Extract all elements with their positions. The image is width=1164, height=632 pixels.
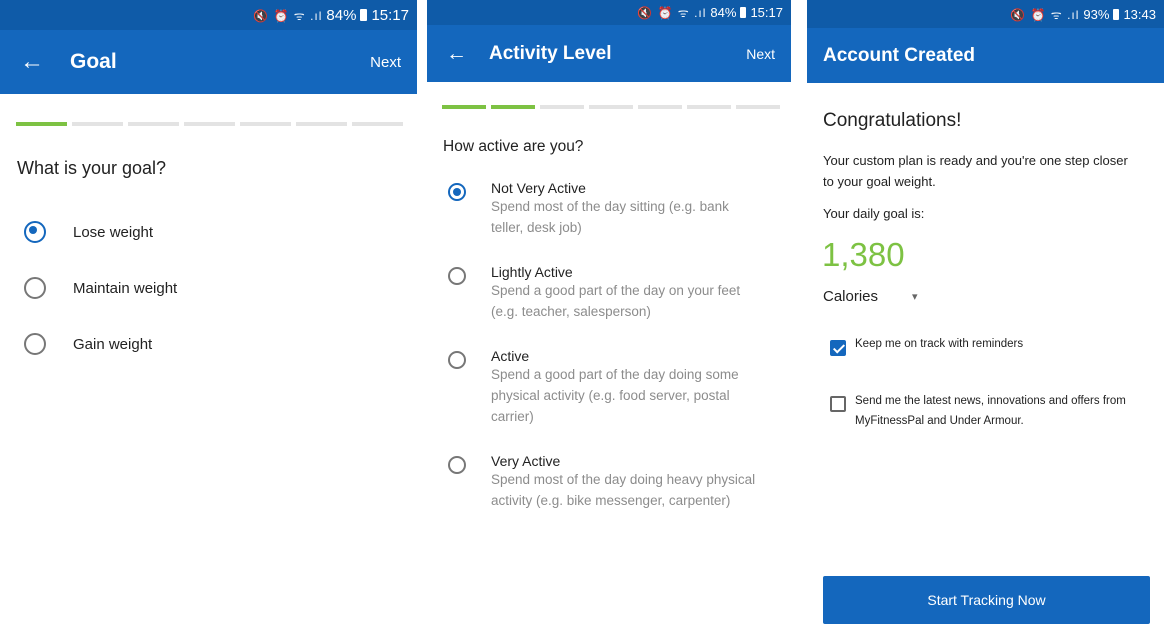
progress-segment	[296, 122, 347, 126]
battery-level: 84%	[326, 6, 357, 24]
app-bar: ← Goal Next	[0, 30, 417, 94]
option-label: Not Very Active	[491, 180, 586, 196]
progress-segment	[128, 122, 179, 126]
activity-option-not-very-active[interactable]: Not Very Active Spend most of the day si…	[448, 180, 729, 238]
radio-button[interactable]	[24, 221, 46, 243]
goal-option-lose[interactable]: Lose weight	[24, 221, 153, 243]
page-title: Account Created	[823, 44, 976, 66]
news-label: Send me the latest news, innovations and…	[855, 395, 1126, 407]
unit-dropdown[interactable]: Calories ▾	[823, 288, 918, 305]
option-label: Lightly Active	[491, 264, 573, 280]
question-text: How active are you?	[443, 138, 584, 155]
activity-option-active[interactable]: Active Spend a good part of the day doin…	[448, 348, 739, 427]
progress-segment	[240, 122, 291, 126]
battery-icon	[360, 9, 368, 21]
account-created-screen: 🔇 ⏰ ᯤ .ıl 93% 13:43 Account Created Cong…	[807, 0, 1164, 632]
status-time: 15:17	[371, 6, 409, 24]
battery-level: 93%	[1083, 6, 1110, 22]
reminders-label: Keep me on track with reminders	[855, 338, 1024, 350]
daily-goal-value: 1,380	[822, 236, 905, 273]
option-description: activity (e.g. bike messenger, carpenter…	[491, 493, 731, 508]
radio-button[interactable]	[24, 333, 46, 355]
progress-segment	[589, 105, 633, 109]
progress-segment	[736, 105, 780, 109]
progress-indicator	[442, 105, 780, 109]
news-label: MyFitnessPal and Under Armour.	[855, 415, 1024, 427]
back-arrow-icon[interactable]: ←	[20, 50, 44, 74]
next-button[interactable]: Next	[370, 54, 401, 71]
daily-goal-label: Your daily goal is:	[823, 206, 925, 221]
progress-segment	[16, 122, 67, 126]
option-label: Lose weight	[73, 223, 154, 241]
goal-screen: 🔇 ⏰ ᯤ .ıl 84% 15:17 ← Goal Next What is …	[0, 0, 417, 632]
option-description: carrier)	[491, 409, 534, 424]
status-bar: 🔇 ⏰ ᯤ .ıl 84% 15:17	[0, 0, 417, 30]
option-description: (e.g. teacher, salesperson)	[491, 304, 651, 319]
battery-level: 84%	[710, 5, 737, 20]
goal-option-maintain[interactable]: Maintain weight	[24, 277, 177, 299]
page-title: Activity Level	[489, 42, 612, 64]
unit-dropdown-label: Calories	[823, 288, 879, 305]
reminders-option[interactable]: Keep me on track with reminders	[830, 338, 1023, 356]
option-label: Gain weight	[73, 335, 153, 353]
back-arrow-icon[interactable]: ←	[446, 43, 467, 64]
progress-segment	[72, 122, 123, 126]
option-description: Spend most of the day doing heavy physic…	[491, 472, 756, 487]
option-label: Maintain weight	[73, 279, 178, 297]
status-bar: 🔇 ⏰ ᯤ .ıl 93% 13:43	[807, 0, 1164, 28]
page-title: Goal	[70, 50, 117, 73]
radio-button[interactable]	[448, 456, 466, 474]
status-time: 15:17	[750, 5, 783, 20]
option-description: teller, desk job)	[491, 220, 582, 235]
radio-button[interactable]	[448, 183, 466, 201]
progress-segment	[540, 105, 584, 109]
next-button[interactable]: Next	[746, 46, 775, 62]
question-text: What is your goal?	[17, 158, 167, 178]
status-time: 13:43	[1123, 6, 1156, 22]
goal-option-gain[interactable]: Gain weight	[24, 333, 152, 355]
start-tracking-button[interactable]: Start Tracking Now	[823, 576, 1150, 624]
activity-level-screen: 🔇 ⏰ ᯤ .ıl 84% 15:17 ← Activity Level Nex…	[427, 0, 791, 632]
message-line: to your goal weight.	[823, 174, 936, 189]
app-bar: ← Activity Level Next	[427, 25, 791, 82]
news-option[interactable]: Send me the latest news, innovations and…	[830, 394, 1126, 431]
status-icons: 🔇 ⏰ ᯤ .ıl	[253, 8, 323, 23]
progress-segment	[442, 105, 486, 109]
option-label: Active	[491, 348, 530, 364]
congratulations-heading: Congratulations!	[823, 110, 962, 131]
radio-button[interactable]	[24, 277, 46, 299]
progress-segment	[352, 122, 403, 126]
radio-button[interactable]	[448, 351, 466, 369]
battery-icon	[740, 7, 747, 18]
option-description: physical activity (e.g. food server, pos…	[491, 388, 730, 403]
plan-ready-message: Your custom plan is ready and you're one…	[823, 150, 1163, 192]
option-description: Spend a good part of the day on your fee…	[491, 283, 741, 298]
message-line: Your custom plan is ready and you're one…	[823, 153, 1128, 168]
status-icons: 🔇 ⏰ ᯤ .ıl	[1010, 7, 1080, 22]
progress-segment	[638, 105, 682, 109]
progress-indicator	[16, 122, 403, 126]
battery-icon	[1113, 8, 1120, 20]
status-bar: 🔇 ⏰ ᯤ .ıl 84% 15:17	[427, 0, 791, 25]
option-description: Spend a good part of the day doing some	[491, 367, 739, 382]
progress-segment	[184, 122, 235, 126]
app-bar: Account Created	[807, 28, 1164, 83]
status-icons: 🔇 ⏰ ᯤ .ıl	[637, 6, 707, 20]
option-description: Spend most of the day sitting (e.g. bank	[491, 199, 729, 214]
option-label: Very Active	[491, 453, 561, 469]
activity-option-lightly-active[interactable]: Lightly Active Spend a good part of the …	[448, 264, 740, 322]
chevron-down-icon: ▾	[912, 291, 918, 303]
reminders-checkbox[interactable]	[830, 340, 846, 356]
activity-option-very-active[interactable]: Very Active Spend most of the day doing …	[448, 453, 755, 511]
progress-segment	[687, 105, 731, 109]
progress-segment	[491, 105, 535, 109]
radio-button[interactable]	[448, 267, 466, 285]
news-checkbox[interactable]	[830, 396, 846, 412]
